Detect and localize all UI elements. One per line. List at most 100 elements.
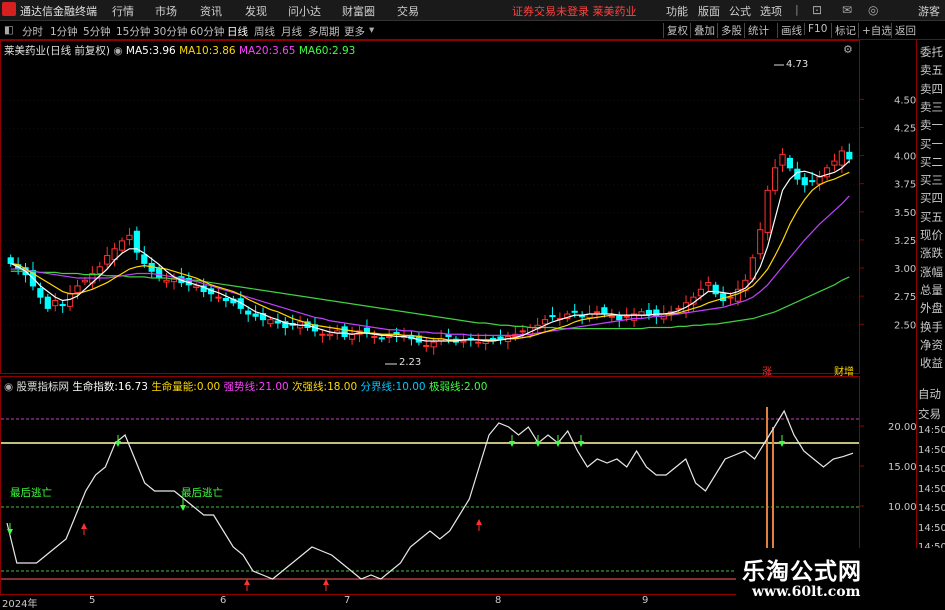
candle-body xyxy=(809,180,816,183)
indicator-title: 股票指标网 xyxy=(16,381,70,393)
trade-time-label: 14:50 xyxy=(918,522,945,534)
period-15min[interactable]: 15分钟 xyxy=(116,24,150,39)
app-title: 通达信金融终端 xyxy=(20,5,97,18)
candle-body xyxy=(348,333,356,340)
settings-icon[interactable]: ◉ xyxy=(113,45,122,57)
tool-back[interactable]: 返回 xyxy=(891,23,916,38)
quote-field-label: 外盘 xyxy=(920,301,943,316)
quote-field-label: 买四 xyxy=(920,191,943,206)
axis-ticks: 4.50 4.25 4.00 3.75 3.50 3.25 3.00 2.75 2.50 20.0… xyxy=(860,95,916,513)
indicator-settings-icon[interactable]: ◉ xyxy=(4,381,13,393)
dropdown-icon[interactable]: ▾ xyxy=(369,24,374,36)
menu-divider: | xyxy=(795,3,799,16)
auto-trade-label[interactable]: 自动 xyxy=(918,386,941,402)
quote-field-label: 收益 xyxy=(920,356,943,371)
tool-stats[interactable]: 统计 xyxy=(744,23,769,38)
menu-quotes[interactable]: 行情 xyxy=(112,3,134,19)
trade-time-label: 14:50 xyxy=(918,444,945,456)
ma60-label: MA60: xyxy=(298,45,332,57)
candle-body xyxy=(519,330,526,333)
candle-body xyxy=(475,341,482,344)
tool-overlay[interactable]: 叠加 xyxy=(690,23,715,38)
user-guest[interactable]: 游客 xyxy=(918,3,940,19)
candle-body xyxy=(838,150,845,166)
period-60min[interactable]: 60分钟 xyxy=(190,24,224,39)
menu-ask[interactable]: 问小达 xyxy=(288,3,321,19)
candle-body xyxy=(156,268,163,279)
escape-annotation-2: 最后逃亡 xyxy=(181,487,223,499)
menu-options[interactable]: 选项 xyxy=(760,3,782,19)
life-volume-value: 0.00 xyxy=(196,381,221,393)
price-legend: 莱美药业(日线 前复权) ◉ MA5:3.96 MA10:3.86 MA20:3… xyxy=(4,43,355,58)
period-30min[interactable]: 30分钟 xyxy=(153,24,187,39)
ma5-label: MA5: xyxy=(125,45,153,57)
menu-market[interactable]: 市场 xyxy=(155,3,177,19)
weak-line-label: 极弱线: xyxy=(428,381,464,393)
price-chart-panel[interactable]: 莱美药业(日线 前复权) ◉ MA5:3.96 MA10:3.86 MA20:3… xyxy=(0,40,860,378)
indicator-tick-label: 10.00 xyxy=(888,502,916,513)
login-notice: 证券交易未登录 莱美药业 xyxy=(512,5,637,18)
trade-time-label: 14:50 xyxy=(918,425,945,436)
candle-body xyxy=(163,279,170,283)
trade-time-label: 14:50 xyxy=(918,464,945,475)
tool-mark[interactable]: 标记 xyxy=(831,23,856,38)
weak-line-value: 2.00 xyxy=(464,381,488,393)
candle-body xyxy=(831,160,838,166)
quote-field-label: 委托 xyxy=(920,45,943,59)
quote-field-label: 涨幅 xyxy=(920,264,943,279)
tool-draw[interactable]: 画线 xyxy=(777,23,802,38)
menu-trade[interactable]: 交易 xyxy=(397,3,419,19)
quote-field-label: 换手 xyxy=(920,319,943,334)
menu-function[interactable]: 功能 xyxy=(666,3,688,19)
tool-add-favorite[interactable]: +自选 xyxy=(858,23,892,38)
period-5min[interactable]: 5分钟 xyxy=(83,24,111,39)
tool-f10[interactable]: F10 xyxy=(804,23,827,35)
menu-news[interactable]: 资讯 xyxy=(200,3,222,19)
second-strong-label: 次强线: xyxy=(292,381,328,393)
quote-field-label: 现价 xyxy=(920,228,943,242)
candle-body xyxy=(326,333,333,337)
price-chart[interactable] xyxy=(1,41,859,373)
candle-body xyxy=(81,279,89,283)
sell-arrow-icon xyxy=(180,505,186,511)
lock-icon[interactable]: ⊡ xyxy=(812,3,822,17)
indicator-tick-label: 15.00 xyxy=(888,462,916,473)
indicator-chart[interactable] xyxy=(1,377,859,594)
period-weekly[interactable]: 周线 xyxy=(254,24,275,39)
tool-multi-stock[interactable]: 多股 xyxy=(717,23,742,38)
menu-layout[interactable]: 版面 xyxy=(698,3,720,19)
period-more[interactable]: 更多 xyxy=(344,24,365,39)
date-axis: 2024年 5 6 7 8 9 xyxy=(0,595,736,610)
price-tick-label: 3.50 xyxy=(894,208,916,219)
candle-body xyxy=(193,285,200,288)
menu-wealth[interactable]: 财富圈 xyxy=(342,3,375,19)
indicator-panel[interactable]: ◉ 股票指标网 生命指数:16.73 生命量能:0.00 强势线:21.00 次… xyxy=(0,376,860,595)
period-1min[interactable]: 1分钟 xyxy=(50,24,78,39)
low-price-label: 2.23 xyxy=(399,357,422,368)
quote-field-label: 涨跌 xyxy=(920,246,943,261)
sell-arrow-icon xyxy=(578,441,584,447)
candle-body xyxy=(623,315,630,318)
period-multi[interactable]: 多周期 xyxy=(308,24,340,39)
ma10-label: MA10: xyxy=(179,45,213,57)
mail-icon[interactable]: ✉ xyxy=(842,3,852,17)
sell-arrow-icon xyxy=(7,529,13,535)
candle-body xyxy=(705,282,712,286)
period-monthly[interactable]: 月线 xyxy=(281,24,302,39)
life-index-label: 生命指数: xyxy=(72,381,118,393)
tool-adjust[interactable]: 复权 xyxy=(663,23,688,38)
period-toolbar: ◧ 分时 1分钟 5分钟 15分钟 30分钟 60分钟 日线 周线 月线 多周期… xyxy=(0,21,945,40)
rss-icon[interactable]: ◎ xyxy=(868,3,878,17)
candle-body xyxy=(378,337,385,340)
collapse-icon[interactable]: ◧ xyxy=(4,24,14,36)
second-strong-value: 18.00 xyxy=(327,381,358,393)
candle-body xyxy=(779,153,786,166)
ma20-value: 3.65 xyxy=(272,45,296,57)
chart-settings-icon[interactable]: ⚙ xyxy=(843,43,853,56)
auto-trade-label[interactable]: 交易 xyxy=(918,406,941,422)
candle-body xyxy=(445,334,452,338)
period-timeshare[interactable]: 分时 xyxy=(22,24,43,39)
menu-discover[interactable]: 发现 xyxy=(245,3,267,19)
period-daily[interactable]: 日线 xyxy=(227,24,248,39)
menu-formula[interactable]: 公式 xyxy=(729,3,751,19)
